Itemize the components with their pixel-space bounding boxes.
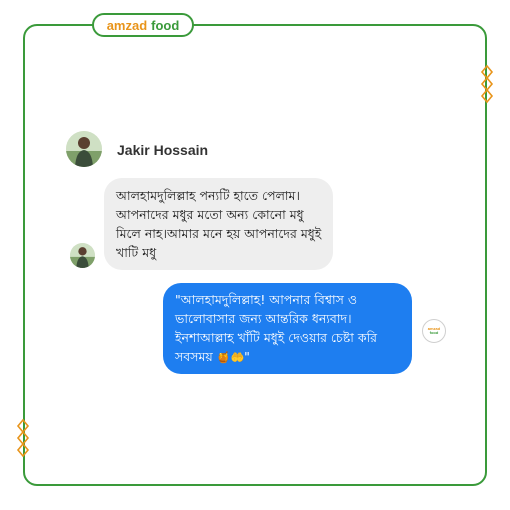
user-avatar-small[interactable]: [70, 243, 95, 268]
user-name[interactable]: Jakir Hossain: [117, 142, 208, 158]
diamond-chain-icon: [16, 418, 30, 458]
brand-logo: amzad food: [92, 13, 194, 37]
outgoing-end-quote: ": [244, 349, 250, 364]
outgoing-message-bubble: "আলহামদুলিল্লাহ! আপনার বিশ্বাস ও ভালোবাস…: [163, 283, 412, 374]
incoming-message-bubble: আলহামদুলিল্লাহ পন্যটি হাতে পেলাম।আপনাদের…: [104, 178, 333, 270]
user-photo-icon: [66, 131, 102, 167]
brand-avatar-part2: food: [429, 330, 439, 335]
user-photo-icon: [70, 243, 95, 268]
honey-emoji: 🍯🤲: [216, 351, 245, 364]
user-avatar[interactable]: [66, 131, 102, 167]
brand-name-part2: food: [151, 17, 180, 33]
diamond-chain-icon: [480, 64, 494, 104]
brand-name-part1: amzad: [106, 17, 148, 33]
outgoing-message-text: "আলহামদুলিল্লাহ! আপনার বিশ্বাস ও ভালোবাস…: [175, 292, 378, 364]
incoming-message-text: আলহামদুলিল্লাহ পন্যটি হাতে পেলাম।আপনাদের…: [116, 188, 322, 260]
brand-avatar[interactable]: amzad food: [422, 319, 446, 343]
